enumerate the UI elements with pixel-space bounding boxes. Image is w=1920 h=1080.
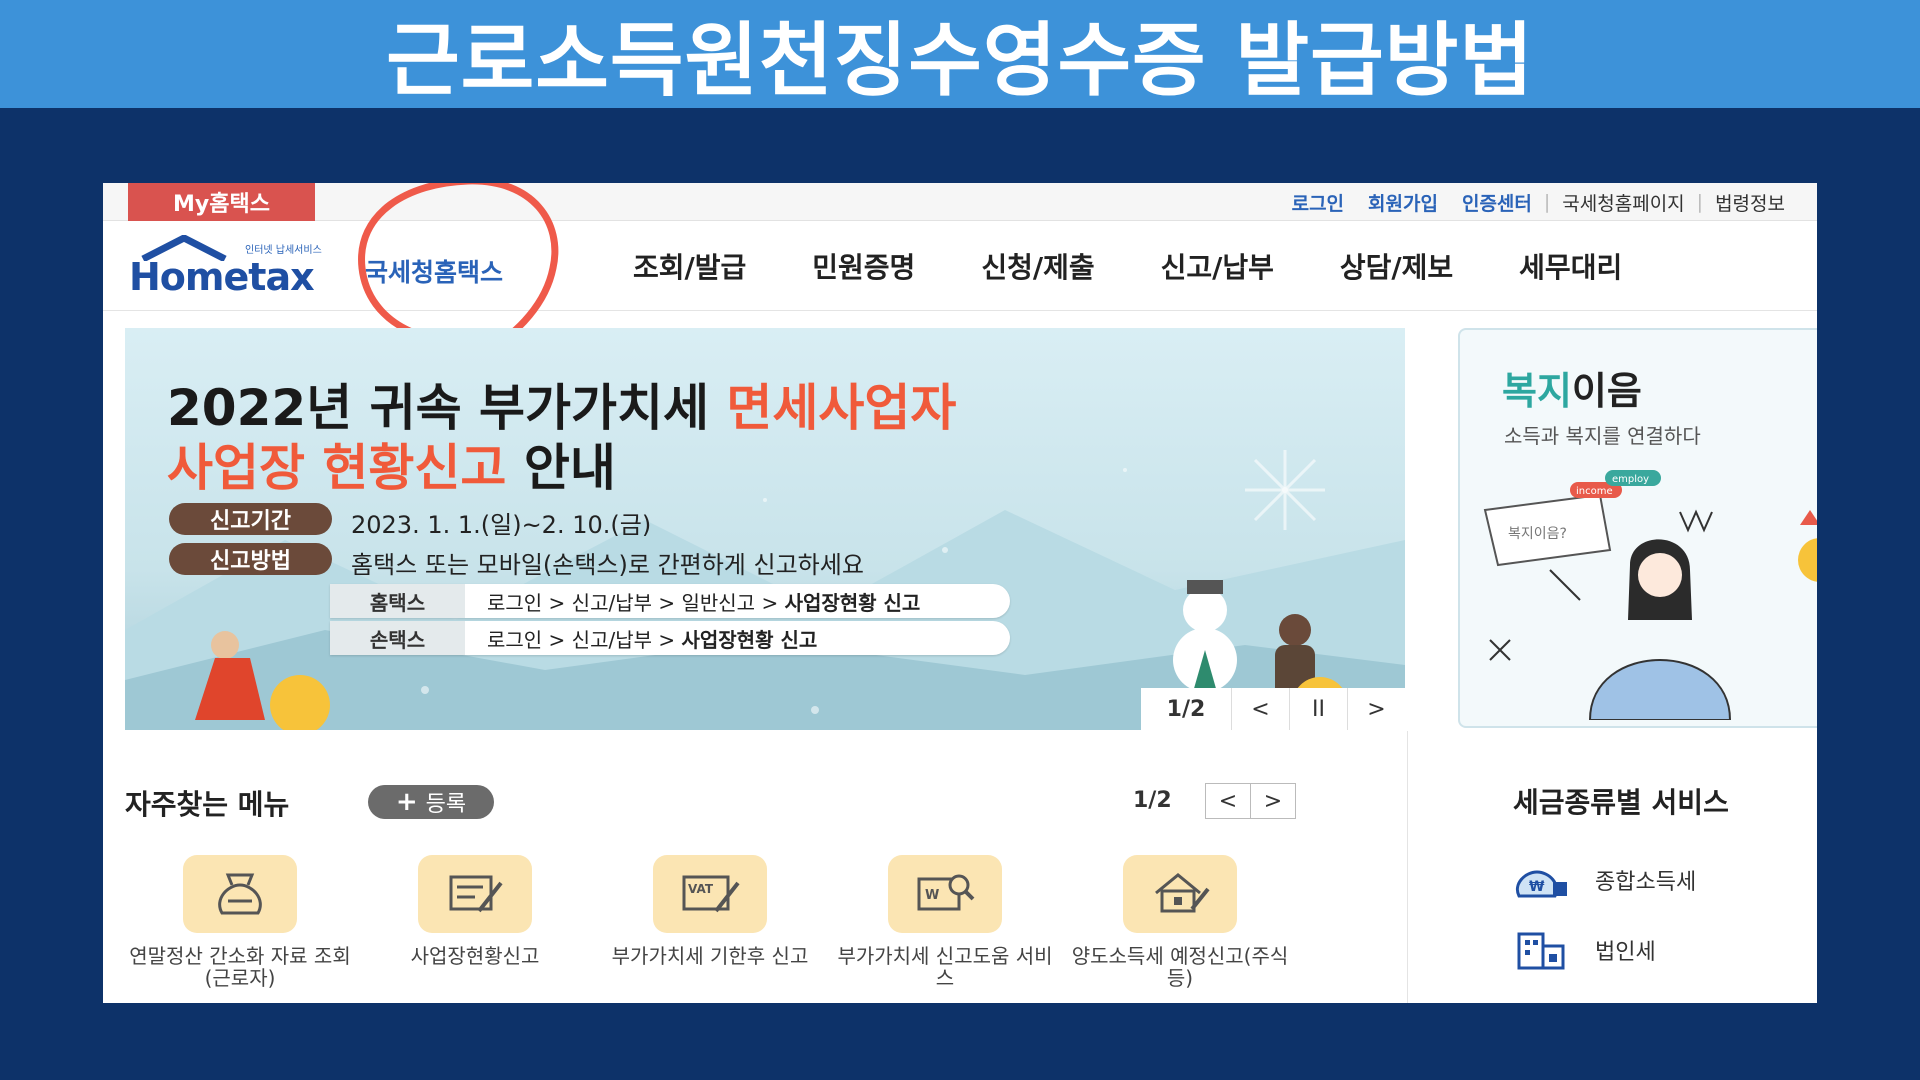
favorites-page-counter: 1/2 xyxy=(1133,788,1172,813)
route-sontax: 손택스 로그인 > 신고/납부 > 사업장현황 신고 xyxy=(330,621,1010,655)
nav-item-certificates[interactable]: 민원증명 xyxy=(812,246,915,286)
logo-tagline: 인터넷 납세서비스 xyxy=(245,245,322,256)
column-divider xyxy=(1407,731,1408,1003)
register-label: 등록 xyxy=(425,792,467,817)
favorite-item[interactable]: 연말정산 간소화 자료 조회 (근로자) xyxy=(125,855,355,989)
won-bag-icon: ₩ xyxy=(1511,858,1571,902)
my-hometax-tab[interactable]: My홈택스 xyxy=(128,183,315,221)
tax-service-item[interactable]: 법인세 xyxy=(1511,928,1656,972)
route-label: 홈택스 xyxy=(330,584,465,618)
svg-text:income: income xyxy=(1576,486,1613,497)
favorite-label: 사업장현황신고 xyxy=(410,944,540,968)
favorite-item[interactable]: 사업장현황신고 xyxy=(360,855,590,967)
banner-next-button[interactable]: > xyxy=(1347,688,1405,730)
register-button[interactable]: + 등록 xyxy=(368,785,494,819)
banner-controls: 1/2 < II > xyxy=(1141,688,1405,730)
svg-text:₩: ₩ xyxy=(1529,879,1545,895)
method-label: 신고방법 xyxy=(169,543,332,575)
welfare-subtitle: 소득과 복지를 연결하다 xyxy=(1504,424,1701,448)
favorite-item[interactable]: VAT 부가가치세 기한후 신고 xyxy=(595,855,825,967)
period-value: 2023. 1. 1.(일)~2. 10.(금) xyxy=(351,511,652,539)
favorites-title: 자주찾는 메뉴 xyxy=(125,788,290,821)
svg-text:복지이음?: 복지이음? xyxy=(1508,526,1567,542)
favorites-next-button[interactable]: > xyxy=(1250,783,1296,819)
building-icon xyxy=(1511,928,1571,972)
utility-links: 로그인 회원가입 인증센터 | 국세청홈페이지 | 법령정보 xyxy=(1280,183,1797,221)
main-nav: 조회/발급 민원증명 신청/제출 신고/납부 상담/제보 세무대리 xyxy=(633,221,1688,311)
favorite-label: 연말정산 간소화 자료 조회 (근로자) xyxy=(129,944,351,990)
report-edit-icon xyxy=(418,855,532,933)
route-label: 손택스 xyxy=(330,621,465,655)
headline-band: 근로소득원천징수영수증 발급방법 xyxy=(0,0,1920,108)
money-bag-icon xyxy=(183,855,297,933)
house-icon xyxy=(1123,855,1237,933)
headline-title: 근로소득원천징수영수증 발급방법 xyxy=(386,14,1534,107)
tax-services-title: 세금종류별 서비스 xyxy=(1513,786,1729,819)
vat-icon: VAT xyxy=(653,855,767,933)
login-link[interactable]: 로그인 xyxy=(1280,189,1356,216)
tax-service-label: 법인세 xyxy=(1595,940,1656,965)
favorite-item[interactable]: 양도소득세 예정신고(주식등) xyxy=(1065,855,1295,989)
nav-item-tax-agent[interactable]: 세무대리 xyxy=(1519,246,1622,286)
favorites-prev-button[interactable]: < xyxy=(1205,783,1251,819)
banner-title-line2: 사업장 현황신고 안내 xyxy=(167,439,616,497)
tax-service-item[interactable]: ₩ 종합소득세 xyxy=(1511,858,1696,902)
banner-counter: 1/2 xyxy=(1166,696,1206,722)
welfare-illustration: 복지이음? income employ xyxy=(1483,470,1817,720)
nts-homepage-link[interactable]: 국세청홈페이지 xyxy=(1550,189,1696,216)
nav-item-filing[interactable]: 신고/납부 xyxy=(1161,246,1274,286)
svg-text:VAT: VAT xyxy=(688,882,714,896)
signup-link[interactable]: 회원가입 xyxy=(1356,189,1450,216)
method-value: 홈택스 또는 모바일(손택스)로 간편하게 신고하세요 xyxy=(351,551,864,579)
route-path: 로그인 > 신고/납부 > 일반신고 > 사업장현황 신고 xyxy=(487,590,921,615)
favorites-list: 연말정산 간소화 자료 조회 (근로자) 사업장현황신고 VAT 부가가치세 기… xyxy=(125,855,1395,1003)
banner-pause-button[interactable]: II xyxy=(1289,688,1347,730)
svg-text:employ: employ xyxy=(1612,474,1649,485)
nav-item-application[interactable]: 신청/제출 xyxy=(981,246,1094,286)
svg-text:W: W xyxy=(925,888,939,903)
route-path: 로그인 > 신고/납부 > 사업장현황 신고 xyxy=(487,627,818,652)
favorite-label: 양도소득세 예정신고(주식등) xyxy=(1071,944,1289,990)
favorite-item[interactable]: W 부가가치세 신고도움 서비스 xyxy=(830,855,1060,989)
tax-service-label: 종합소득세 xyxy=(1595,870,1697,895)
plus-icon: + xyxy=(395,787,418,817)
nav-item-inquiry[interactable]: 조회/발급 xyxy=(633,246,746,286)
welfare-banner[interactable]: 복지이음 소득과 복지를 연결하다 복지이음? income employ xyxy=(1458,328,1817,728)
period-label: 신고기간 xyxy=(169,503,332,535)
nav-item-consult[interactable]: 상담/제보 xyxy=(1340,246,1453,286)
hometax-logo[interactable]: 인터넷 납세서비스 Hometax xyxy=(125,229,365,309)
logo-wordmark: Hometax xyxy=(129,255,315,299)
favorite-label: 부가가치세 기한후 신고 xyxy=(611,944,809,968)
search-document-icon: W xyxy=(888,855,1002,933)
hometax-screenshot: My홈택스 로그인 회원가입 인증센터 | 국세청홈페이지 | 법령정보 인터넷… xyxy=(103,183,1817,1003)
banner-prev-button[interactable]: < xyxy=(1231,688,1289,730)
main-banner[interactable]: 2022년 귀속 부가가치세 면세사업자 사업장 현황신고 안내 신고기간 20… xyxy=(125,328,1405,730)
welfare-title: 복지이음 xyxy=(1502,369,1642,413)
favorite-label: 부가가치세 신고도움 서비스 xyxy=(837,944,1053,990)
law-info-link[interactable]: 법령정보 xyxy=(1703,189,1797,216)
cert-center-link[interactable]: 인증센터 xyxy=(1450,189,1544,216)
route-hometax: 홈택스 로그인 > 신고/납부 > 일반신고 > 사업장현황 신고 xyxy=(330,584,1010,618)
